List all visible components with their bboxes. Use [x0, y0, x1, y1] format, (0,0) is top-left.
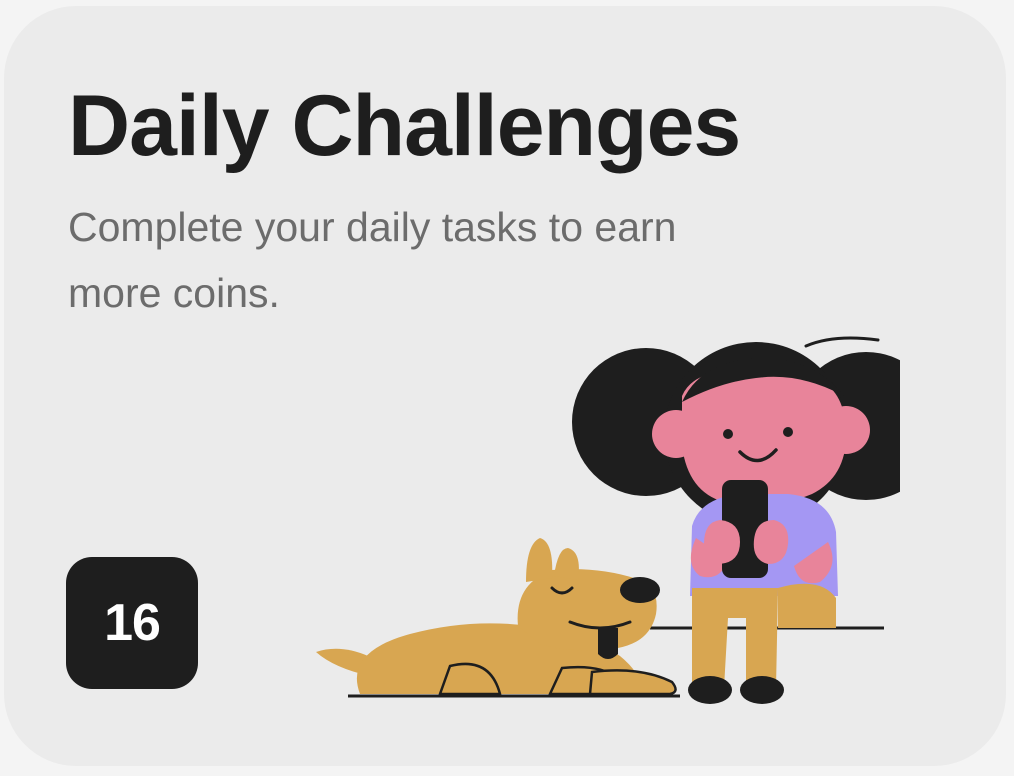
dog-figure: [316, 538, 677, 696]
daily-challenges-card[interactable]: Daily Challenges Complete your daily tas…: [4, 6, 1006, 766]
card-subtitle: Complete your daily tasks to earn more c…: [68, 204, 677, 316]
challenge-count: 16: [104, 594, 161, 652]
card-title: Daily Challenges: [68, 78, 741, 174]
girl-with-phone-and-dog-illustration: [316, 336, 900, 704]
challenge-count-badge[interactable]: 16: [66, 557, 198, 689]
girl-figure: [572, 336, 900, 704]
